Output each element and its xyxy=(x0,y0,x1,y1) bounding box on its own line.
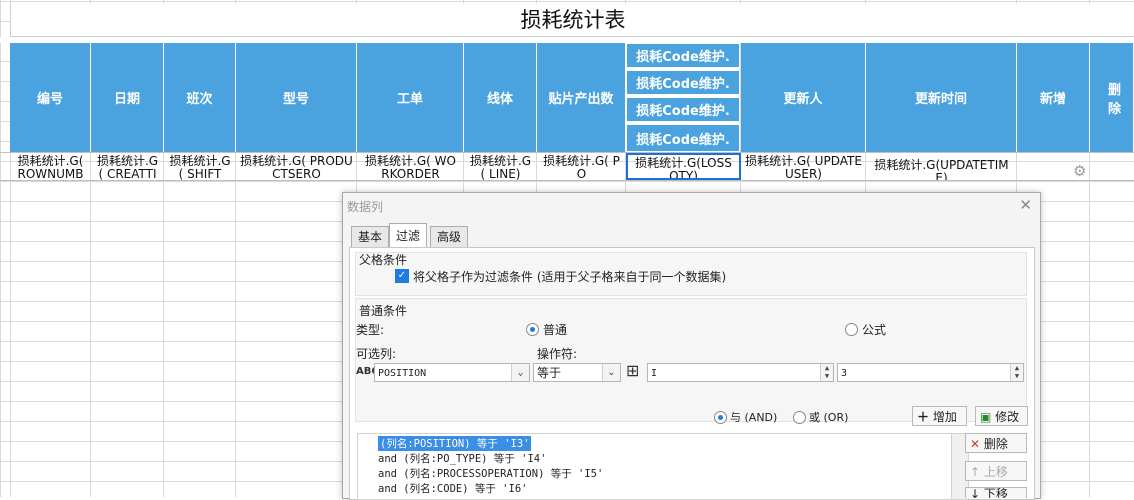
header-model[interactable]: 型号 xyxy=(236,43,357,152)
or-radio[interactable] xyxy=(793,411,806,424)
gear-icon[interactable]: ⚙ xyxy=(1073,164,1087,179)
delete-button[interactable]: ✕ 删除 xyxy=(965,433,1027,453)
close-icon[interactable]: ✕ xyxy=(1019,196,1032,214)
header-loss-code-2[interactable]: 损耗Code维护. xyxy=(626,70,740,95)
type-normal-radio[interactable] xyxy=(526,323,539,336)
edit-icon: ▣ xyxy=(980,410,992,424)
tab-filter[interactable]: 过滤 xyxy=(389,223,428,248)
and-label: 与 (AND) xyxy=(730,411,778,424)
cell-po[interactable]: 损耗统计.G( PO xyxy=(537,153,626,181)
header-loss-code-1[interactable]: 损耗Code维护. xyxy=(626,43,740,68)
add-button[interactable]: ＋ 增加 xyxy=(912,406,967,426)
type-label: 类型: xyxy=(356,323,385,337)
cell-creattime[interactable]: 损耗统计.G( CREATTIME xyxy=(91,153,164,181)
cell-productseq[interactable]: 损耗统计.G( PRODUCTSERO xyxy=(236,153,357,181)
type-formula-label: 公式 xyxy=(862,323,887,337)
type-normal-label: 普通 xyxy=(543,323,568,337)
data-column-dialog: 数据列 ✕ 基本 过滤 高级 父格条件 ✓ 将父格子作为过滤条件 (适用于父子格… xyxy=(342,192,1041,500)
modify-button[interactable]: ▣ 修改 xyxy=(975,406,1028,426)
column-label: 可选列: xyxy=(356,347,397,361)
plus-icon: ＋ xyxy=(917,410,930,424)
header-delete[interactable]: 删除 xyxy=(1090,43,1134,152)
header-line[interactable]: 线体 xyxy=(464,43,537,152)
spinner-icon[interactable]: ▲ ▼ xyxy=(820,364,833,381)
condition-item[interactable]: and (列名:PO_TYPE) 等于 'I4' xyxy=(378,451,546,466)
chevron-down-icon: ⌄ xyxy=(602,364,620,381)
type-formula-radio[interactable] xyxy=(845,323,858,336)
cell-workorder[interactable]: 损耗统计.G( WORKORDER xyxy=(357,153,464,181)
tab-basic[interactable]: 基本 xyxy=(351,226,390,247)
normal-condition-group: 普通条件 类型: 普通 公式 可选列: 操作符: xyxy=(355,298,1027,422)
sheet-title[interactable]: 损耗统计表 xyxy=(10,4,1134,37)
row-border xyxy=(0,180,1134,181)
condition-item[interactable]: and (列名:CODE) 等于 'I6' xyxy=(378,481,527,496)
cell-shift[interactable]: 损耗统计.G( SHIFT xyxy=(164,153,236,181)
header-loss-code-3[interactable]: 损耗Code维护. xyxy=(626,97,740,122)
and-radio[interactable] xyxy=(714,411,727,424)
condition-item[interactable]: (列名:POSITION) 等于 'I3' xyxy=(378,436,532,451)
move-down-button[interactable]: ↓ 下移 xyxy=(965,487,1027,498)
header-loss-code-4[interactable]: 损耗Code维护. xyxy=(626,124,740,152)
header-shift[interactable]: 班次 xyxy=(164,43,236,152)
x-icon: ✕ xyxy=(970,437,981,451)
cell-loss-qty[interactable]: 损耗统计.G(LOSS QTY) xyxy=(626,153,741,180)
parent-section-label: 父格条件 xyxy=(359,253,408,267)
arrow-down-icon: ↓ xyxy=(970,487,981,498)
header-update-time[interactable]: 更新时间 xyxy=(866,43,1017,152)
operator-label: 操作符: xyxy=(537,347,578,361)
column-select[interactable]: POSITION ⌄ xyxy=(374,363,530,382)
chevron-down-icon: ⌄ xyxy=(511,364,529,381)
loss-code-header-stack: 损耗Code维护. 损耗Code维护. 损耗Code维护. 损耗Code维护. xyxy=(626,43,740,152)
cell-updateuser[interactable]: 损耗统计.G( UPDATEUSER) xyxy=(741,153,866,181)
normal-section-label: 普通条件 xyxy=(359,304,408,318)
value-type-icon[interactable]: ⊞ xyxy=(626,361,639,380)
parent-filter-checkbox[interactable]: ✓ xyxy=(395,269,409,283)
dialog-title: 数据列 xyxy=(347,200,384,214)
or-label: 或 (OR) xyxy=(809,411,849,424)
header-smt-output[interactable]: 贴片产出数 xyxy=(537,43,626,152)
operator-select[interactable]: 等于 ⌄ xyxy=(533,363,621,382)
header-updater[interactable]: 更新人 xyxy=(741,43,866,152)
arrow-up-icon: ↑ xyxy=(970,465,981,479)
cell-line[interactable]: 损耗统计.G( LINE) xyxy=(464,153,537,181)
value-input-1[interactable]: I ▲ ▼ xyxy=(647,363,834,382)
cell-updatetime[interactable]: 损耗统计.G(UPDATETIME) xyxy=(866,153,1017,181)
parent-condition-group: 父格条件 ✓ 将父格子作为过滤条件 (适用于父子格来自于同一个数据集) xyxy=(355,252,1027,296)
parent-filter-label: 将父格子作为过滤条件 (适用于父子格来自于同一个数据集) xyxy=(413,270,727,284)
condition-list[interactable]: (列名:POSITION) 等于 'I3' and (列名:PO_TYPE) 等… xyxy=(357,433,953,500)
spinner-icon[interactable]: ▲ ▼ xyxy=(1010,364,1023,381)
header-add[interactable]: 新增 xyxy=(1017,43,1090,152)
cell-rownumber[interactable]: 损耗统计.G( ROWNUMBE xyxy=(10,153,91,181)
condition-item[interactable]: and (列名:PROCESSOPERATION) 等于 'I5' xyxy=(378,466,603,481)
header-workorder[interactable]: 工单 xyxy=(357,43,464,152)
value-input-2[interactable]: 3 ▲ ▼ xyxy=(837,363,1024,382)
move-up-button[interactable]: ↑ 上移 xyxy=(965,461,1027,481)
header-id[interactable]: 编号 xyxy=(10,43,91,152)
header-date[interactable]: 日期 xyxy=(91,43,164,152)
tab-advanced[interactable]: 高级 xyxy=(430,226,469,247)
